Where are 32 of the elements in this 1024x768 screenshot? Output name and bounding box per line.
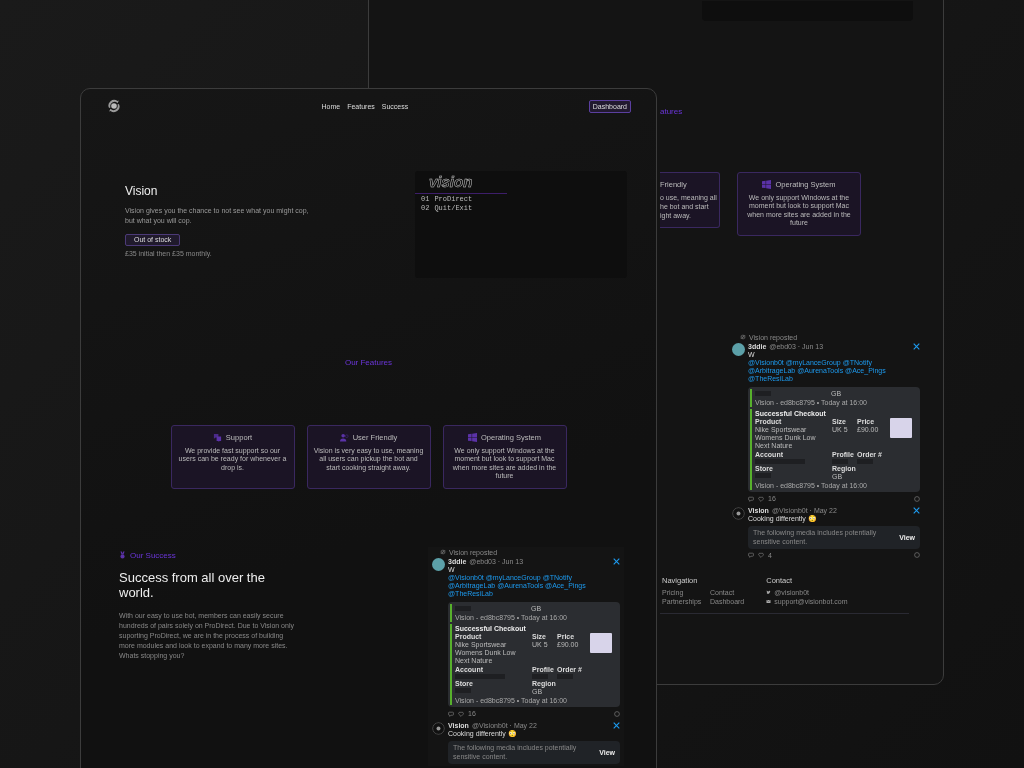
logo-avatar-icon [432, 722, 445, 736]
mail-icon [766, 598, 772, 604]
users-icon [339, 433, 349, 442]
x-logo-icon[interactable] [913, 342, 920, 350]
product-photo-placeholder [590, 632, 612, 653]
windows-logo-icon [468, 433, 477, 442]
windows-logo-icon [762, 180, 772, 189]
repost-icon [440, 549, 446, 556]
reply-icon[interactable] [748, 552, 754, 559]
bird-icon [766, 589, 772, 595]
chat-bubbles-icon [212, 433, 222, 442]
section-heading-fragment: atures [660, 107, 683, 116]
heart-icon[interactable] [458, 710, 464, 717]
x-logo-icon[interactable] [613, 722, 620, 730]
x-logo-icon[interactable] [913, 507, 920, 515]
x-logo-icon[interactable] [613, 557, 620, 565]
swirl-logo-icon [107, 99, 121, 113]
reply-icon[interactable] [448, 710, 454, 717]
heart-icon[interactable] [758, 552, 764, 559]
product-photo-placeholder [890, 417, 912, 438]
hero-title: Vision [125, 184, 158, 198]
reply-icon[interactable] [748, 495, 754, 502]
heart-icon[interactable] [758, 495, 764, 502]
repost-icon [740, 334, 746, 341]
ascii-logo: vision [429, 174, 473, 189]
avatar-placeholder [732, 342, 745, 356]
avatar-placeholder [432, 557, 445, 571]
section-heading: Success from all over the world. [119, 569, 266, 601]
section-label: Our Success [130, 550, 176, 560]
logo-avatar-icon [732, 507, 745, 521]
section-heading: Our Features [343, 358, 394, 367]
medal-icon [119, 551, 126, 560]
